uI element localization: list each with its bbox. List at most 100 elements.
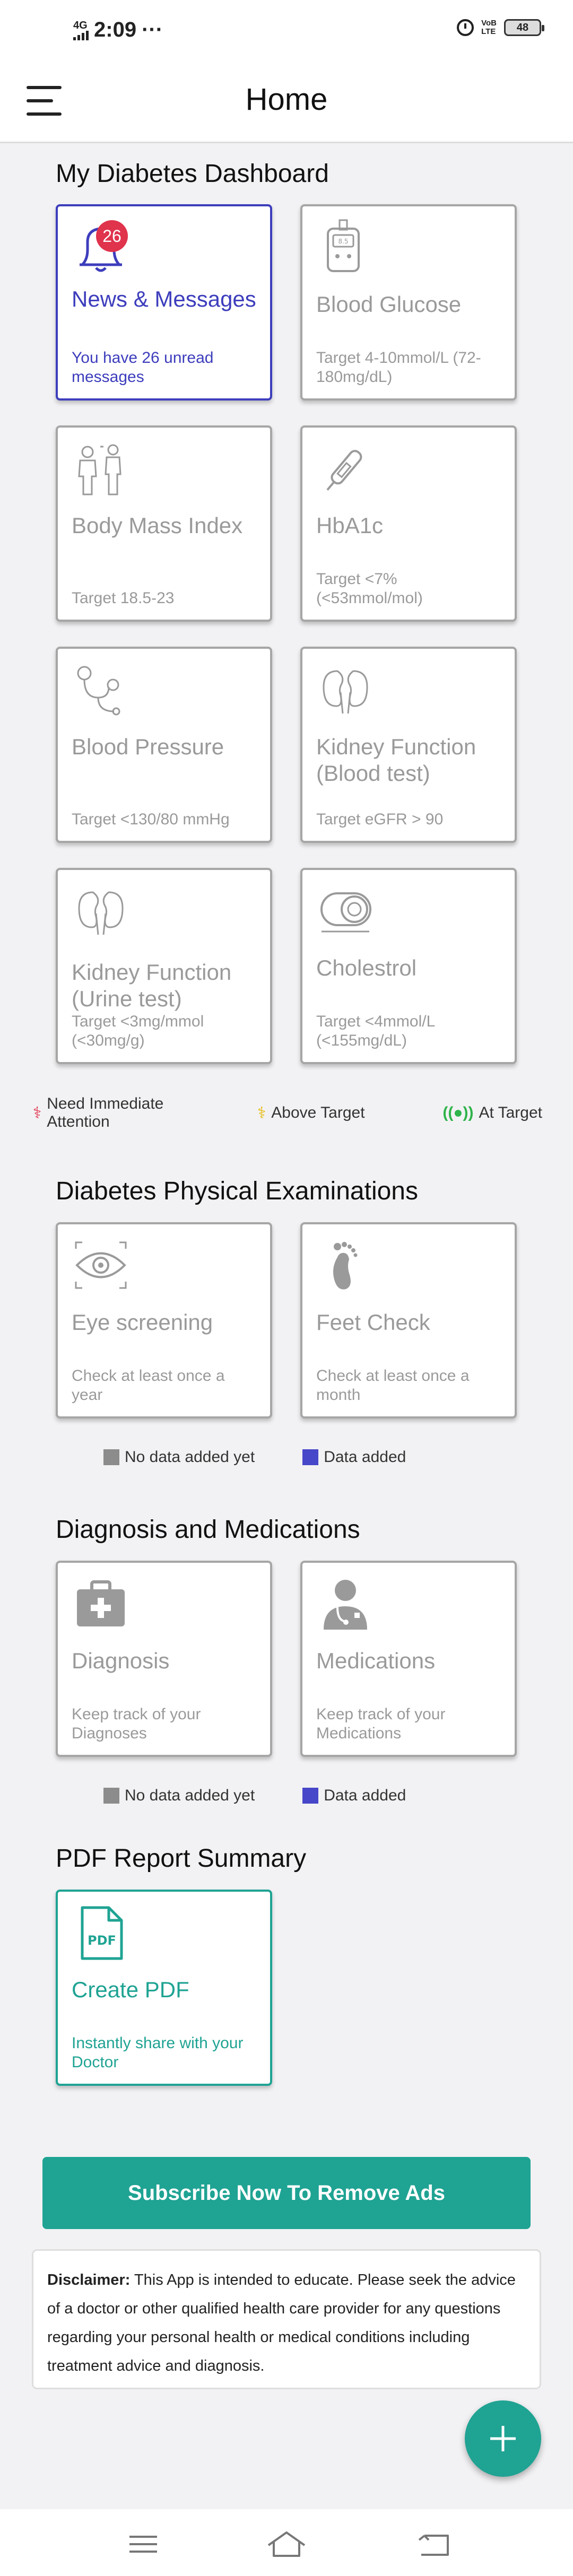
status-dots: ··· bbox=[142, 18, 163, 41]
card-subtitle: Target <3mg/mmol (<30mg/g) bbox=[72, 1013, 204, 1049]
at-target-icon: ((●)) bbox=[442, 1104, 474, 1121]
card-subtitle: Target <4mmol/L (<155mg/dL) bbox=[316, 1013, 435, 1049]
legend-data-added: Data added bbox=[302, 1448, 406, 1466]
card-subtitle: Instantly share with your Doctor bbox=[72, 2034, 244, 2071]
legend-no-data: No data added yet bbox=[103, 1448, 255, 1466]
glucometer-icon: 8.5 bbox=[327, 219, 360, 272]
status-left: 4G 2:09 ··· bbox=[73, 18, 163, 42]
data-added-swatch bbox=[302, 1449, 319, 1465]
create-pdf-card[interactable]: PDF Create PDF Instantly share with your… bbox=[56, 1890, 272, 2086]
volte-indicator: VoB LTE bbox=[481, 19, 497, 36]
card-subtitle: Check at least once a year bbox=[72, 1367, 225, 1404]
legend-label: At Target bbox=[479, 1104, 542, 1121]
pdf-report-title: PDF Report Summary bbox=[56, 1844, 307, 1873]
legend-above: ⚕ Above Target bbox=[257, 1104, 364, 1122]
alarm-icon bbox=[457, 19, 474, 36]
back-icon[interactable] bbox=[414, 2529, 456, 2559]
legend-label: No data added yet bbox=[125, 1787, 255, 1804]
card-subtitle: Keep track of your Medications bbox=[316, 1705, 446, 1742]
doctor-icon bbox=[324, 1580, 367, 1630]
data-added-swatch bbox=[302, 1788, 319, 1804]
card-title: Diagnosis bbox=[72, 1648, 170, 1673]
disclaimer-label: Disclaimer: bbox=[47, 2272, 131, 2288]
status-right: VoB LTE 48 bbox=[457, 19, 544, 36]
lte-label: LTE bbox=[481, 27, 496, 36]
card-title: Kidney Function (Urine test) bbox=[72, 960, 232, 1011]
card-subtitle: Target <130/80 mmHg bbox=[72, 811, 230, 828]
page-title: Home bbox=[245, 82, 328, 117]
legend-label: Above Target bbox=[271, 1104, 365, 1121]
artery-icon bbox=[320, 892, 371, 933]
card-subtitle: Target 18.5-23 bbox=[72, 589, 175, 607]
legend-label: Data added bbox=[324, 1448, 406, 1466]
dashboard-title: My Diabetes Dashboard bbox=[56, 160, 329, 188]
card-subtitle: Check at least once a month bbox=[316, 1367, 470, 1404]
cholestrol-card[interactable]: Cholestrol Target <4mmol/L (<155mg/dL) bbox=[300, 868, 517, 1064]
legend-label: Data added bbox=[324, 1787, 406, 1804]
medical-kit-icon bbox=[77, 1580, 125, 1626]
add-fab-button[interactable] bbox=[465, 2400, 541, 2477]
card-title: HbA1c bbox=[316, 513, 384, 538]
battery-level: 48 bbox=[516, 21, 529, 33]
eye-icon bbox=[75, 1241, 127, 1289]
status-bar: 4G 2:09 ··· VoB LTE 48 bbox=[0, 0, 573, 58]
medications-card[interactable]: Medications Keep track of your Medicatio… bbox=[300, 1561, 517, 1757]
battery-icon: 48 bbox=[504, 19, 544, 36]
card-title: Feet Check bbox=[316, 1310, 430, 1335]
card-subtitle: Target eGFR > 90 bbox=[316, 811, 444, 828]
feet-check-card[interactable]: Feet Check Check at least once a month bbox=[300, 1222, 517, 1418]
svg-text:8.5: 8.5 bbox=[338, 238, 348, 245]
status-legend: ⚕ Need Immediate Attention ⚕ Above Targe… bbox=[33, 1095, 542, 1131]
card-subtitle: Target <7% (<53mmol/mol) bbox=[316, 570, 423, 607]
legend-data-added: Data added bbox=[302, 1787, 406, 1805]
network-type: 4G bbox=[73, 19, 88, 31]
card-title: Create PDF bbox=[72, 1977, 189, 2002]
data-legend: No data added yet Data added bbox=[103, 1448, 406, 1466]
stethoscope-icon bbox=[77, 666, 120, 716]
legend-label: Need Immediate Attention bbox=[47, 1095, 164, 1130]
disclaimer-box: Disclaimer: This App is intended to educ… bbox=[32, 2249, 541, 2389]
card-title: Cholestrol bbox=[316, 955, 417, 980]
app-header: Home bbox=[0, 58, 573, 143]
card-title: Blood Glucose bbox=[316, 292, 462, 317]
card-title: Medications bbox=[316, 1648, 436, 1673]
pdf-icon-text: PDF bbox=[88, 1933, 116, 1948]
recent-apps-icon[interactable] bbox=[122, 2529, 164, 2559]
card-subtitle: You have 26 unread messages bbox=[72, 349, 214, 386]
kidney-blood-card[interactable]: Kidney Function (Blood test) Target eGFR… bbox=[300, 647, 517, 843]
volte-label: VoB bbox=[481, 19, 497, 28]
news-messages-card[interactable]: 26 News & Messages You have 26 unread me… bbox=[56, 204, 272, 401]
home-icon[interactable] bbox=[265, 2529, 308, 2559]
physical-exam-title: Diabetes Physical Examinations bbox=[56, 1177, 418, 1205]
bmi-card[interactable]: Body Mass Index Target 18.5-23 bbox=[56, 425, 272, 622]
pdf-file-icon: PDF bbox=[81, 1906, 123, 1960]
diagnosis-title: Diagnosis and Medications bbox=[56, 1516, 360, 1544]
diagnosis-card[interactable]: Diagnosis Keep track of your Diagnoses bbox=[56, 1561, 272, 1757]
test-strip-icon bbox=[326, 450, 362, 491]
legend-no-data: No data added yet bbox=[103, 1787, 255, 1805]
kidney-urine-card[interactable]: Kidney Function (Urine test) Target <3mg… bbox=[56, 868, 272, 1064]
status-time: 2:09 bbox=[94, 18, 137, 41]
legend-immediate: ⚕ Need Immediate Attention bbox=[33, 1095, 179, 1131]
attention-icon: ⚕ bbox=[33, 1104, 42, 1122]
kidney-icon bbox=[323, 670, 368, 714]
data-legend: No data added yet Data added bbox=[103, 1787, 406, 1805]
card-title: Kidney Function (Blood test) bbox=[316, 734, 476, 786]
above-target-icon: ⚕ bbox=[257, 1104, 266, 1122]
subscribe-button[interactable]: Subscribe Now To Remove Ads bbox=[42, 2157, 531, 2229]
hba1c-card[interactable]: HbA1c Target <7% (<53mmol/mol) bbox=[300, 425, 517, 622]
plus-icon bbox=[490, 2426, 516, 2451]
system-nav-bar bbox=[0, 2509, 573, 2576]
eye-screening-card[interactable]: Eye screening Check at least once a year bbox=[56, 1222, 272, 1418]
no-data-swatch bbox=[103, 1788, 119, 1804]
blood-glucose-card[interactable]: 8.5 Blood Glucose Target 4-10mmol/L (72-… bbox=[300, 204, 517, 401]
unread-badge: 26 bbox=[96, 220, 128, 252]
body-mass-icon bbox=[78, 444, 121, 495]
foot-icon bbox=[333, 1242, 358, 1290]
blood-pressure-card[interactable]: Blood Pressure Target <130/80 mmHg bbox=[56, 647, 272, 843]
signal-icon: 4G bbox=[73, 20, 89, 40]
no-data-swatch bbox=[103, 1449, 119, 1465]
card-title: Eye screening bbox=[72, 1310, 213, 1335]
card-title: Blood Pressure bbox=[72, 734, 224, 759]
card-subtitle: Target 4-10mmol/L (72-180mg/dL) bbox=[316, 349, 481, 386]
